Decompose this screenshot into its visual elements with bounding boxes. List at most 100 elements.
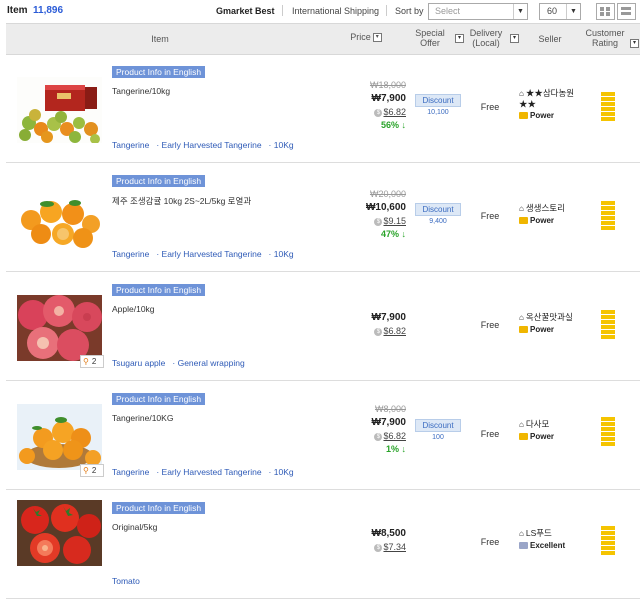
results-toolbar: Item 11,896 Gmarket Best International S… (0, 0, 640, 22)
currency-icon: $ (374, 327, 383, 336)
arrow-down-icon: ↓ (401, 229, 407, 239)
tag-link[interactable]: Tomato (112, 576, 140, 586)
zoom-button[interactable]: ⚲ 2 (80, 464, 104, 477)
sort-icon[interactable]: ▾ (455, 34, 464, 43)
seller-name[interactable]: ⌂ 생생스토리 (519, 203, 591, 214)
product-image[interactable] (17, 404, 102, 470)
discount-percent-value: 56% (380, 120, 399, 130)
sale-price: ₩8,500 (371, 528, 406, 539)
product-image[interactable] (17, 186, 102, 252)
tag-link[interactable]: · Early Harvested Tangerine (156, 467, 261, 477)
column-seller: Seller (538, 34, 562, 44)
discount-percent-value: 1% (385, 444, 399, 454)
product-info-english-badge[interactable]: Product Info in English (112, 502, 206, 514)
usd-price: $ $6.82 (336, 431, 406, 441)
product-tags: Tangerine · Early Harvested Tangerine · 10… (112, 467, 301, 477)
seller-name-text: 생생스토리 (525, 203, 565, 213)
tag-link[interactable]: · 10Kg (269, 140, 294, 150)
discount-badge[interactable]: Discount (415, 94, 461, 107)
delivery-cost: Free (480, 211, 500, 221)
gmarket-best-link[interactable]: Gmarket Best (216, 6, 275, 16)
divider (386, 5, 387, 16)
zoom-button[interactable]: ⚲ 2 (80, 355, 104, 368)
product-title[interactable]: 제주 조생감귤 10kg 2S~2L/5kg 로열과 (112, 195, 251, 207)
seller-name[interactable]: ⌂ ★★삼다농원★★ (519, 88, 591, 109)
product-image[interactable] (17, 500, 102, 566)
customer-rating-bars (601, 417, 615, 447)
customer-rating-bars (601, 526, 615, 556)
table-row: Product Info in English 제주 조생감귤 10kg 2S~… (6, 163, 640, 272)
product-title[interactable]: Tangerine/10KG (112, 413, 173, 423)
seller-cell: ⌂ LS푸드 Excellent (519, 528, 591, 550)
usd-value: $6.82 (383, 431, 406, 441)
arrow-down-icon: ↓ (401, 120, 407, 130)
sort-icon[interactable]: ▾ (510, 34, 519, 43)
currency-icon: $ (374, 108, 383, 117)
tag-link[interactable]: Tsugaru apple (112, 358, 165, 368)
discount-amount: 9,400 (429, 218, 447, 225)
item-count: 11,896 (33, 5, 64, 16)
column-customer-rating: Customer Rating (584, 28, 626, 48)
home-icon: ⌂ (519, 529, 524, 538)
product-image[interactable] (17, 295, 102, 361)
seller-name[interactable]: ⌂ 옥산꿀맛과실 (519, 312, 591, 323)
currency-icon: $ (374, 543, 383, 552)
tag-link[interactable]: · 10Kg (269, 467, 294, 477)
sort-by-label: Sort by (395, 6, 424, 16)
crown-icon (519, 326, 528, 334)
tag-link[interactable]: · Early Harvested Tangerine (156, 140, 261, 150)
home-icon: ⌂ (519, 313, 524, 322)
tag-link[interactable]: Tangerine (112, 140, 149, 150)
usd-price: $ $7.34 (336, 542, 406, 552)
international-shipping-link[interactable]: International Shipping (292, 6, 379, 16)
tag-link[interactable]: Tangerine (112, 249, 149, 259)
rating-label-2: Rating (591, 38, 618, 48)
customer-rating-bars (601, 310, 615, 340)
tag-link[interactable]: · Early Harvested Tangerine (156, 249, 261, 259)
customer-rating-bars (601, 201, 615, 231)
discount-badge[interactable]: Discount (415, 203, 461, 216)
delivery-label-2: (Local) (472, 38, 500, 48)
price-cell: ₩8,500 $ $7.34 (336, 528, 406, 552)
delivery-cost: Free (480, 102, 500, 112)
sort-select[interactable]: Select ▼ (428, 3, 528, 20)
delivery-cost: Free (480, 537, 500, 547)
product-image[interactable] (17, 77, 102, 143)
tag-link[interactable]: Tangerine (112, 467, 149, 477)
column-price[interactable]: Price ▾ (346, 32, 386, 43)
price-cell: ₩18,000 ₩7,900 $ $6.82 56% ↓ (336, 80, 406, 130)
seller-grade: Power (519, 432, 591, 441)
product-title[interactable]: Tangerine/10kg (112, 86, 170, 96)
sale-price: ₩7,900 (371, 312, 406, 323)
table-header: Item Price ▾ Special Offer ▾ Delivery (Lo… (6, 23, 640, 55)
gallery-view-button[interactable] (617, 3, 636, 20)
page-size-select[interactable]: 60 ▼ (539, 3, 581, 20)
customer-rating-bars (601, 92, 615, 122)
product-info-english-badge[interactable]: Product Info in English (112, 175, 206, 187)
usd-price: $ $9.15 (336, 216, 406, 226)
delivery-cost: Free (480, 320, 500, 330)
discount-percent: 1% ↓ (336, 444, 406, 454)
seller-name-text: ★★삼다농원★★ (519, 88, 575, 109)
seller-grade: Power (519, 325, 591, 334)
grid-view-button[interactable] (596, 3, 615, 20)
original-price: ₩20,000 (369, 189, 406, 199)
usd-value: $6.82 (383, 107, 406, 117)
seller-name[interactable]: ⌂ LS푸드 (519, 528, 591, 539)
product-info-english-badge[interactable]: Product Info in English (112, 284, 206, 296)
tag-link[interactable]: · 10Kg (269, 249, 294, 259)
sort-icon[interactable]: ▾ (630, 39, 639, 48)
product-info-english-badge[interactable]: Product Info in English (112, 393, 206, 405)
product-info-english-badge[interactable]: Product Info in English (112, 66, 206, 78)
usd-value: $7.34 (383, 542, 406, 552)
crown-icon (519, 112, 528, 120)
seller-name[interactable]: ⌂ 다사모 (519, 419, 591, 430)
product-title[interactable]: Apple/10kg (112, 304, 155, 314)
seller-cell: ⌂ 다사모 Power (519, 419, 591, 441)
sort-select-value: Select (435, 6, 461, 16)
product-title[interactable]: Original/5kg (112, 522, 157, 532)
seller-grade: Power (519, 111, 591, 120)
tag-link[interactable]: · General wrapping (172, 358, 244, 368)
discount-badge[interactable]: Discount (415, 419, 461, 432)
rating-label: Customer (585, 28, 625, 38)
